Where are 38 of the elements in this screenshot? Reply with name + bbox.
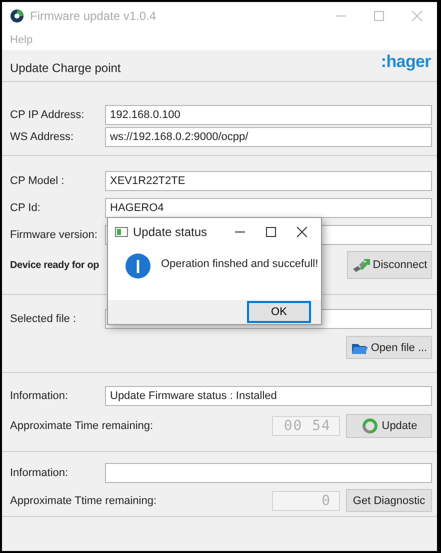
ok-button[interactable]: OK <box>247 301 311 323</box>
refresh-icon <box>360 417 379 435</box>
field-label: Information: <box>10 390 70 402</box>
window-title: Firmware update v1.0.4 <box>30 9 158 23</box>
dialog-title: Update status <box>133 224 208 238</box>
field-label: WS Address: <box>10 131 75 143</box>
device-status: Device ready for op <box>10 260 100 270</box>
update-button[interactable]: Update <box>346 414 432 438</box>
maximize-icon <box>373 10 385 22</box>
field-label: CP Model : <box>10 175 66 187</box>
field-label: Approximate Ttime remaining: <box>10 494 158 506</box>
info-icon <box>125 253 151 279</box>
window-icon <box>115 226 128 238</box>
field-label: Approximate Time remaining: <box>10 420 154 432</box>
plug-icon <box>352 257 370 273</box>
field-label: Information: <box>10 467 70 479</box>
dialog-message: Operation finshed and succefull! <box>161 257 318 270</box>
app-logo-icon <box>10 9 24 23</box>
timer-display: 00 54 <box>272 416 340 436</box>
close-icon <box>411 10 423 22</box>
field-label: CP IP Address: <box>10 109 86 121</box>
maximize-icon <box>264 226 278 238</box>
input-field[interactable] <box>105 463 432 483</box>
open-file-button[interactable]: Open file ... <box>346 336 432 359</box>
panel-title: Update Charge point <box>10 61 121 77</box>
field-label: CP Id: <box>10 202 42 214</box>
close-icon <box>295 226 309 238</box>
brand-logo: :hager <box>380 51 431 72</box>
input-field[interactable]: HAGERO4 <box>105 198 432 218</box>
input-field[interactable]: ws://192.168.0.2:9000/ocpp/ <box>105 127 432 147</box>
get-diagnostic-button[interactable]: Get Diagnostic <box>346 489 432 512</box>
input-field[interactable]: 192.168.0.100 <box>105 105 432 125</box>
disconnect-button[interactable]: Disconnect <box>347 251 432 279</box>
field-label: Firmware version: <box>10 229 98 241</box>
input-field[interactable]: Update Firmware status : Installed <box>105 386 432 406</box>
field-label: Selected file : <box>10 313 78 325</box>
timer-display: 0 <box>272 490 340 510</box>
input-field[interactable]: XEV1R22T2TE <box>105 171 432 191</box>
